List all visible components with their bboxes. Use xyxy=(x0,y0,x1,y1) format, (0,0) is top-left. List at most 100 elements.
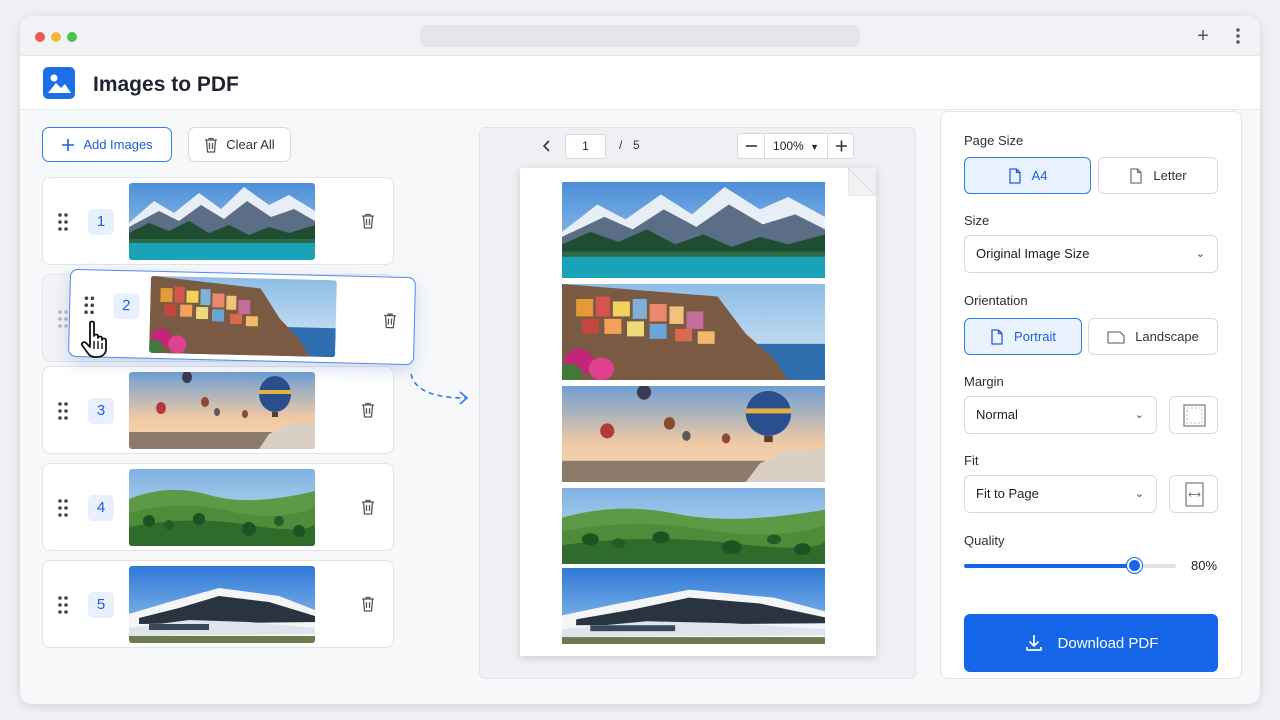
close-window-button[interactable] xyxy=(35,32,45,42)
portrait-document-icon xyxy=(990,329,1004,345)
document-icon xyxy=(1129,168,1143,184)
page-size-a4-option[interactable]: A4 xyxy=(964,157,1091,194)
drag-handle-grip-icon[interactable] xyxy=(57,212,69,232)
page-size-letter-label: Letter xyxy=(1153,168,1187,183)
app-title: Images to PDF xyxy=(93,73,239,96)
drag-handle-grip-icon[interactable] xyxy=(57,595,69,615)
image-icon xyxy=(43,67,75,99)
size-label: Size xyxy=(964,213,990,228)
quality-slider-fill xyxy=(964,564,1134,568)
page-number-input[interactable]: 1 xyxy=(565,134,606,159)
trash-icon xyxy=(204,137,218,153)
preview-image-mountain-lake xyxy=(562,182,825,278)
zoom-in-plus-icon[interactable] xyxy=(827,134,854,158)
margin-select-value: Normal xyxy=(976,407,1018,422)
previous-page-chevron-left-icon[interactable] xyxy=(540,136,554,156)
image-index-badge: 4 xyxy=(88,495,114,521)
browser-chrome: + xyxy=(20,16,1260,56)
image-thumbnail-hot-air-balloons xyxy=(129,372,315,449)
chevron-down-icon: ⌄ xyxy=(1134,488,1144,500)
zoom-out-minus-icon[interactable] xyxy=(738,134,765,158)
preview-image-coastal-village xyxy=(562,284,825,380)
address-bar[interactable] xyxy=(420,25,860,47)
zoom-level-select[interactable]: 100% ▼ xyxy=(765,134,827,158)
clear-all-label: Clear All xyxy=(226,137,275,152)
orientation-portrait-label: Portrait xyxy=(1014,329,1056,344)
image-thumbnail-mountain-lake xyxy=(129,183,315,260)
drag-handle-grip-icon[interactable] xyxy=(57,498,69,518)
download-icon xyxy=(1025,635,1042,651)
app-window: + Images to PDF Add Images Clear All 1 3… xyxy=(20,16,1260,704)
dashed-arrow-icon xyxy=(410,373,469,404)
page-fold-corner xyxy=(848,168,876,196)
fit-select-value: Fit to Page xyxy=(976,486,1039,501)
preview-image-hot-air-balloons xyxy=(562,386,825,482)
fit-select[interactable]: Fit to Page ⌄ xyxy=(964,475,1157,513)
drag-handle-grip-icon[interactable] xyxy=(57,401,69,421)
clear-all-button[interactable]: Clear All xyxy=(188,127,291,162)
add-images-button[interactable]: Add Images xyxy=(42,127,172,162)
image-index-badge: 1 xyxy=(88,209,114,235)
image-index-badge: 3 xyxy=(88,398,114,424)
delete-image-trash-icon[interactable] xyxy=(383,312,397,328)
margin-preview-button[interactable] xyxy=(1169,396,1218,434)
image-list-item[interactable]: 5 xyxy=(42,560,394,648)
delete-image-trash-icon[interactable] xyxy=(361,402,375,418)
preview-image-green-hills xyxy=(562,488,825,564)
margin-select[interactable]: Normal ⌄ xyxy=(964,396,1157,434)
plus-icon xyxy=(62,138,75,151)
quality-slider-track[interactable] xyxy=(964,558,1176,573)
delete-image-trash-icon[interactable] xyxy=(361,596,375,612)
image-thumbnail-coastal-village xyxy=(149,276,337,358)
image-list-item[interactable]: 4 xyxy=(42,463,394,551)
preview-image-modern-building xyxy=(562,568,825,644)
delete-image-trash-icon[interactable] xyxy=(361,213,375,229)
image-index-badge: 5 xyxy=(88,592,114,618)
orientation-label: Orientation xyxy=(964,293,1028,308)
landscape-document-icon xyxy=(1107,330,1125,344)
orientation-portrait-option[interactable]: Portrait xyxy=(964,318,1082,355)
orientation-landscape-option[interactable]: Landscape xyxy=(1088,318,1218,355)
page-size-a4-label: A4 xyxy=(1031,168,1048,183)
image-thumbnail-green-hills xyxy=(129,469,315,546)
image-list-item[interactable]: 1 xyxy=(42,177,394,265)
page-size-letter-option[interactable]: Letter xyxy=(1098,157,1218,194)
minimize-window-button[interactable] xyxy=(51,32,61,42)
quality-label: Quality xyxy=(964,533,1005,548)
new-tab-plus-icon[interactable]: + xyxy=(1192,25,1214,47)
margin-label: Margin xyxy=(964,374,1004,389)
placeholder-grip-icon xyxy=(57,309,69,329)
settings-panel: Page Size A4 Letter Size Original Image … xyxy=(940,111,1242,679)
fit-width-icon xyxy=(1185,482,1204,507)
chevron-down-icon: ⌄ xyxy=(1134,409,1144,421)
total-pages: 5 xyxy=(633,138,640,152)
download-pdf-button[interactable]: Download PDF xyxy=(964,614,1218,672)
drag-handle-grip-icon[interactable] xyxy=(83,295,95,315)
orientation-landscape-label: Landscape xyxy=(1135,329,1199,344)
more-options-icon[interactable] xyxy=(1227,25,1249,47)
chevron-down-icon: ▼ xyxy=(810,142,819,152)
page-separator: / xyxy=(619,138,623,152)
add-images-label: Add Images xyxy=(83,137,153,152)
delete-image-trash-icon[interactable] xyxy=(361,499,375,515)
document-icon xyxy=(1008,168,1022,184)
quality-slider-thumb[interactable] xyxy=(1126,558,1142,573)
pdf-preview-panel: 1 / 5 100% ▼ xyxy=(479,127,916,679)
fit-preview-button[interactable] xyxy=(1169,475,1218,513)
zoom-control: 100% ▼ xyxy=(737,133,854,159)
margin-box-icon xyxy=(1183,404,1206,427)
size-select[interactable]: Original Image Size ⌄ xyxy=(964,235,1218,273)
app-header: Images to PDF xyxy=(20,56,1260,110)
image-index-badge: 2 xyxy=(112,292,140,320)
hand-cursor-icon xyxy=(80,320,107,358)
quality-value: 80% xyxy=(1191,558,1218,573)
pdf-page-preview xyxy=(520,168,876,656)
image-list-item[interactable]: 3 xyxy=(42,366,394,454)
maximize-window-button[interactable] xyxy=(67,32,77,42)
zoom-level-value: 100% xyxy=(773,139,804,153)
download-pdf-label: Download PDF xyxy=(1057,634,1159,652)
fit-label: Fit xyxy=(964,453,979,468)
dragged-image-item[interactable]: 2 xyxy=(67,268,417,366)
chevron-down-icon: ⌄ xyxy=(1195,248,1205,260)
image-thumbnail-modern-building xyxy=(129,566,315,643)
